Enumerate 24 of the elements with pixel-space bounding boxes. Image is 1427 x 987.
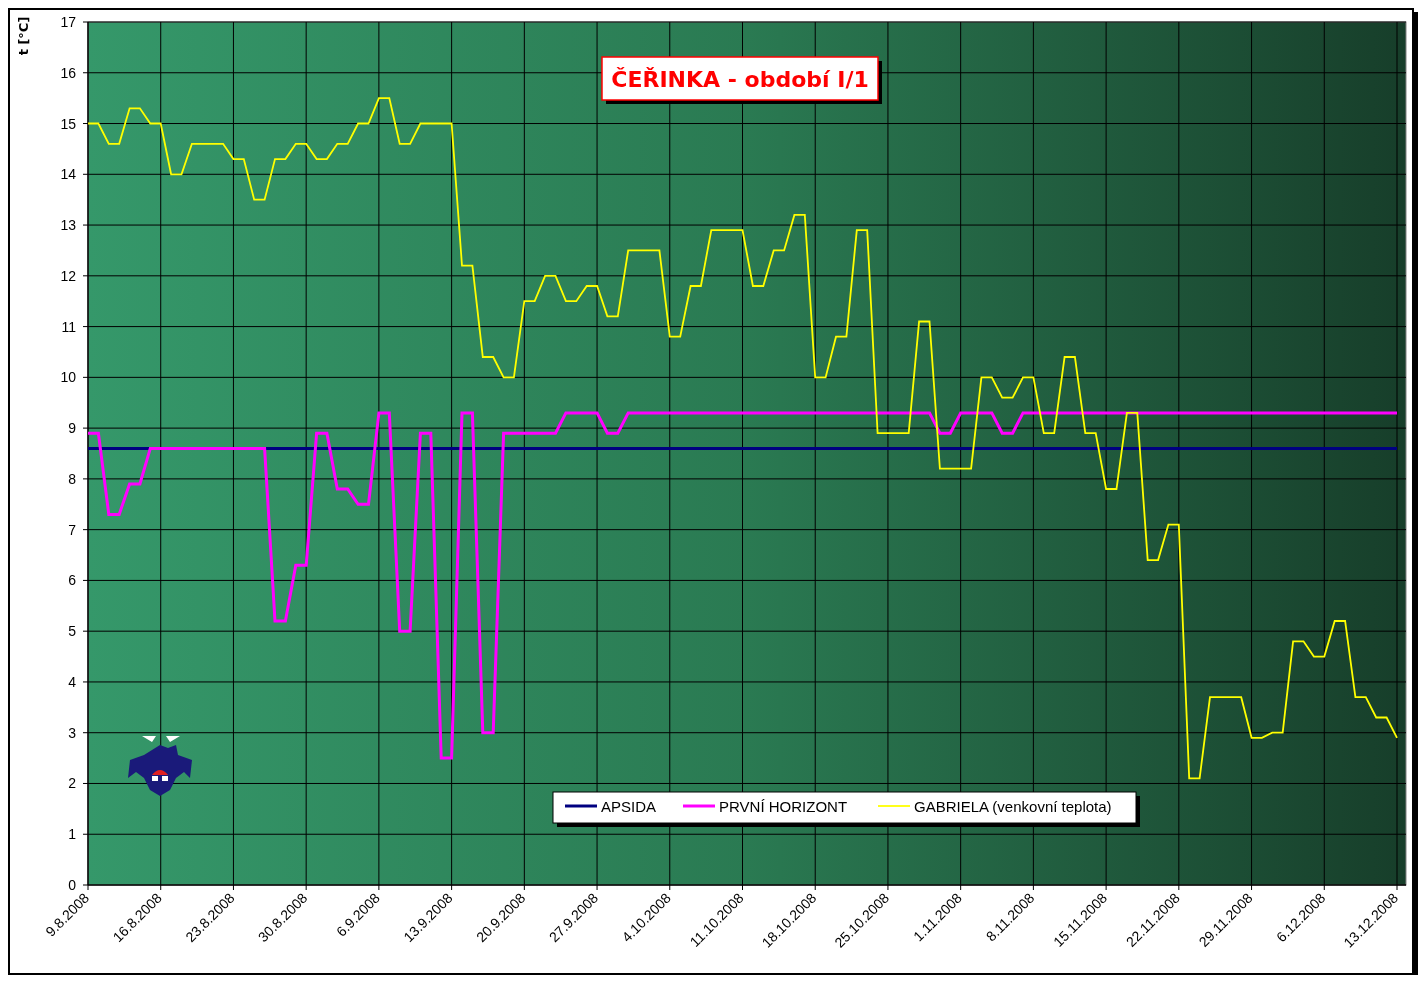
y-tick-label: 10 <box>60 369 76 386</box>
y-tick-label: 13 <box>60 217 76 234</box>
y-tick-label: 5 <box>68 623 76 640</box>
y-tick-label: 8 <box>68 470 76 487</box>
y-tick-label: 17 <box>60 14 76 30</box>
y-tick-label: 0 <box>68 877 76 893</box>
bat-icon <box>128 736 192 796</box>
y-axis-title: t [°C] <box>16 16 31 56</box>
legend-label: APSIDA <box>601 798 657 815</box>
y-tick-label: 12 <box>60 267 76 284</box>
y-tick-label: 2 <box>68 775 76 792</box>
y-tick-label: 15 <box>60 115 76 132</box>
y-tick-label: 3 <box>68 724 76 741</box>
y-tick-label: 6 <box>68 572 76 589</box>
y-tick-label: 11 <box>61 318 76 335</box>
y-tick-label: 14 <box>60 166 76 183</box>
y-tick-label: 7 <box>68 521 76 538</box>
legend-label: PRVNÍ HORIZONT <box>719 798 848 815</box>
chart-title: ČEŘINKA - období I/1 <box>601 56 882 104</box>
y-tick-label: 9 <box>68 420 76 437</box>
legend-label: GABRIELA (venkovní teplota) <box>914 798 1112 815</box>
y-tick-label: 1 <box>68 826 76 843</box>
y-tick-label: 16 <box>60 64 76 81</box>
y-tick-label: 4 <box>68 673 76 690</box>
